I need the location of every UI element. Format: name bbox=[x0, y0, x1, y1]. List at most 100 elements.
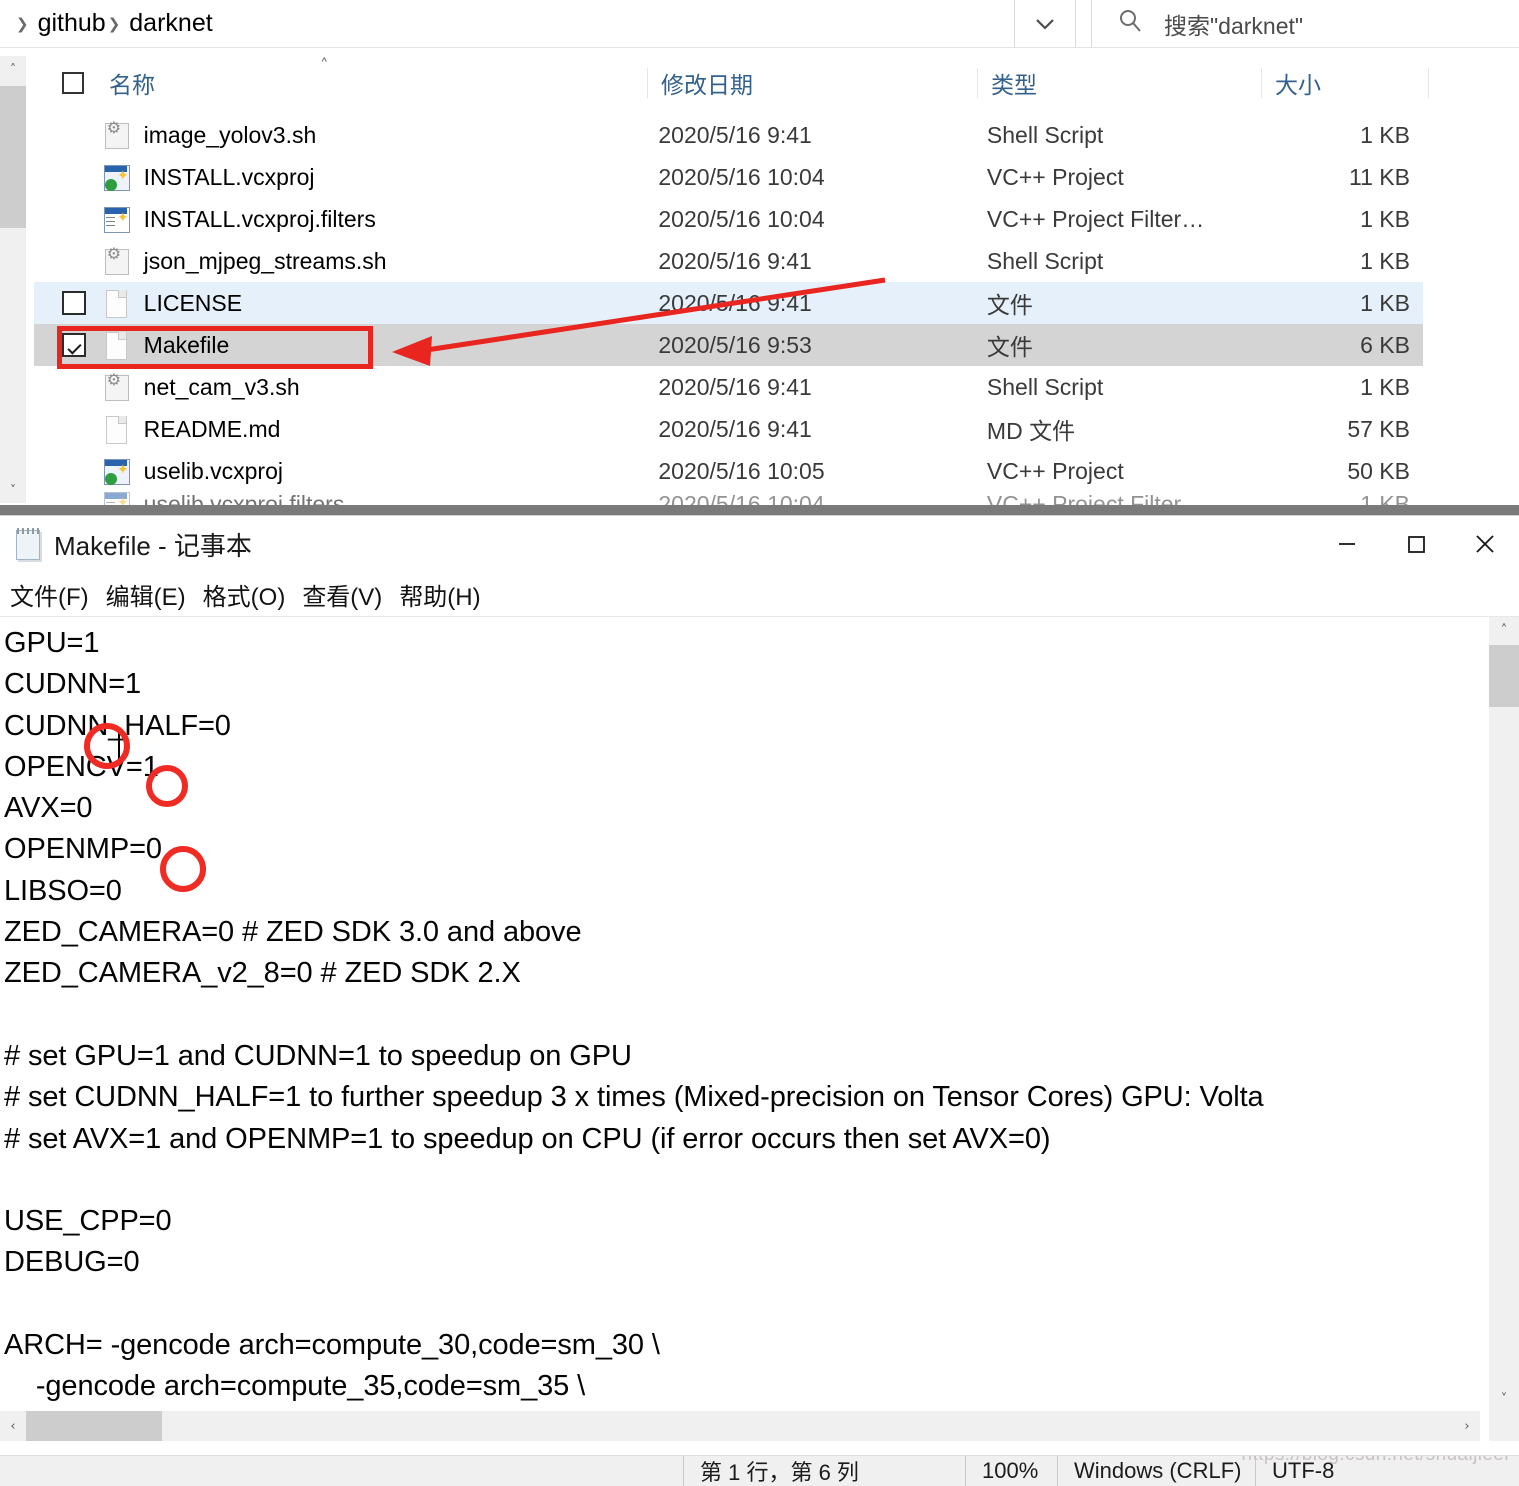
file-size: 57 KB bbox=[1347, 415, 1410, 442]
minimize-button[interactable] bbox=[1312, 516, 1381, 572]
notepad-editor[interactable]: GPU=1 CUDNN=1 CUDNN_HALF=0 OPENCV=1 AVX=… bbox=[0, 616, 1519, 1441]
breadcrumb-item-github[interactable]: github bbox=[38, 9, 106, 38]
column-header-type[interactable]: 类型 bbox=[978, 62, 1262, 104]
checkbox-icon bbox=[62, 291, 86, 315]
explorer-vertical-scrollbar[interactable]: ˄ ˅ bbox=[0, 56, 26, 503]
notepad-vertical-scrollbar[interactable]: ˄ ˅ bbox=[1489, 617, 1519, 1412]
file-size: 1 KB bbox=[1360, 373, 1410, 400]
chevron-right-icon: ❯ bbox=[16, 14, 29, 33]
file-date: 2020/5/16 9:41 bbox=[658, 121, 812, 148]
status-zoom-level: 100% bbox=[966, 1456, 1058, 1486]
row-checkbox[interactable] bbox=[34, 291, 96, 315]
column-header-size[interactable]: 大小 bbox=[1262, 62, 1429, 104]
file-name[interactable]: INSTALL.vcxproj.filters bbox=[136, 206, 646, 233]
scroll-down-arrow-icon[interactable]: ˅ bbox=[1489, 1386, 1519, 1412]
shell-script-icon bbox=[102, 244, 130, 276]
address-dropdown-button[interactable] bbox=[1015, 0, 1075, 47]
plain-file-icon bbox=[102, 288, 130, 318]
file-type: VC++ Project bbox=[986, 457, 1124, 484]
vcxproj-icon: ✦ bbox=[102, 162, 130, 192]
window-title: Makefile - 记事本 bbox=[54, 530, 252, 561]
text-caret bbox=[118, 728, 120, 762]
notepad-icon bbox=[14, 527, 44, 561]
file-type-icon: ✦ bbox=[96, 204, 136, 234]
scrollbar-thumb[interactable] bbox=[0, 86, 26, 228]
file-type-icon bbox=[96, 288, 136, 318]
menu-item-edit[interactable]: 编辑(E) bbox=[106, 577, 186, 612]
table-row[interactable]: Makefile 2020/5/16 9:53 文件 6 KB bbox=[34, 324, 1423, 366]
file-name[interactable]: INSTALL.vcxproj bbox=[136, 164, 646, 191]
table-row[interactable]: image_yolov3.sh 2020/5/16 9:41 Shell Scrip… bbox=[34, 114, 1423, 156]
notepad-title-bar[interactable]: Makefile - 记事本 bbox=[0, 516, 1519, 572]
file-type-icon bbox=[96, 370, 136, 402]
vcxproj-icon: ✦ bbox=[102, 456, 130, 486]
divider bbox=[0, 47, 1519, 48]
vcxproj-filters-icon: ✦ bbox=[102, 204, 130, 234]
table-row[interactable]: ✦ uselib.vcxproj 2020/5/16 10:05 VC++ Proje… bbox=[34, 450, 1423, 492]
search-input[interactable]: 搜索"darknet" bbox=[1091, 0, 1519, 47]
file-name[interactable]: image_yolov3.sh bbox=[136, 122, 646, 149]
scroll-up-arrow-icon[interactable]: ˄ bbox=[0, 56, 26, 82]
close-button[interactable] bbox=[1450, 516, 1519, 572]
window-edge bbox=[0, 505, 1519, 515]
column-header-label: 大小 bbox=[1275, 72, 1321, 98]
table-row[interactable]: net_cam_v3.sh 2020/5/16 9:41 Shell Script 1… bbox=[34, 366, 1423, 408]
file-name[interactable]: Makefile bbox=[136, 332, 646, 359]
scrollbar-corner bbox=[1489, 1411, 1519, 1441]
column-divider[interactable] bbox=[1428, 68, 1429, 98]
table-row[interactable]: ✦ INSTALL.vcxproj.filters 2020/5/16 10:04 V… bbox=[34, 198, 1423, 240]
watermark: https://blog.csdn.net/shuaijieer bbox=[1242, 1456, 1511, 1466]
scrollbar-thumb[interactable] bbox=[1489, 645, 1519, 707]
file-size: 1 KB bbox=[1360, 289, 1410, 316]
file-name[interactable]: README.md bbox=[136, 416, 646, 443]
file-name[interactable]: net_cam_v3.sh bbox=[136, 374, 646, 401]
menu-item-file[interactable]: 文件(F) bbox=[10, 577, 89, 612]
table-row[interactable]: ✦ INSTALL.vcxproj 2020/5/16 10:04 VC++ Proj… bbox=[34, 156, 1423, 198]
menu-item-format[interactable]: 格式(O) bbox=[203, 577, 286, 612]
notepad-status-bar: 第 1 行，第 6 列 100% Windows (CRLF) UTF-8 ht… bbox=[0, 1455, 1519, 1486]
file-size: 11 KB bbox=[1349, 163, 1410, 190]
file-date: 2020/5/16 10:04 bbox=[658, 163, 825, 190]
file-type-icon: ✦ bbox=[96, 456, 136, 486]
file-date: 2020/5/16 9:41 bbox=[658, 289, 812, 316]
file-name[interactable]: uselib.vcxproj bbox=[136, 458, 646, 485]
scroll-down-arrow-icon[interactable]: ˅ bbox=[0, 477, 26, 503]
file-name[interactable]: LICENSE bbox=[136, 290, 646, 317]
shell-script-icon bbox=[102, 118, 130, 150]
menu-item-help[interactable]: 帮助(H) bbox=[399, 577, 480, 612]
scroll-right-arrow-icon[interactable]: › bbox=[1454, 1411, 1480, 1441]
select-all-checkbox[interactable] bbox=[34, 62, 96, 104]
window-controls bbox=[1312, 516, 1519, 572]
table-row[interactable]: README.md 2020/5/16 9:41 MD 文件 57 KB bbox=[34, 408, 1423, 450]
file-date: 2020/5/16 9:41 bbox=[658, 247, 812, 274]
column-header-name[interactable]: 名称 bbox=[96, 62, 648, 104]
file-size: 1 KB bbox=[1360, 205, 1410, 232]
column-header-label: 类型 bbox=[991, 72, 1037, 98]
checkbox-icon bbox=[62, 72, 84, 94]
breadcrumb-item-darknet[interactable]: darknet bbox=[129, 9, 212, 38]
file-date: 2020/5/16 9:41 bbox=[658, 415, 812, 442]
row-checkbox[interactable] bbox=[34, 333, 96, 357]
file-type: Shell Script bbox=[986, 247, 1104, 274]
scroll-left-arrow-icon[interactable]: ‹ bbox=[0, 1411, 26, 1441]
file-type-icon: ✦ bbox=[96, 162, 136, 192]
scrollbar-thumb[interactable] bbox=[26, 1411, 162, 1441]
maximize-button[interactable] bbox=[1381, 516, 1450, 572]
notepad-horizontal-scrollbar[interactable]: ‹ › bbox=[0, 1411, 1480, 1441]
breadcrumb[interactable]: ❯ github ❯ darknet bbox=[0, 0, 1014, 47]
file-explorer-window: ❯ github ❯ darknet 搜索"darknet" ˄ ˅ 名称 修改… bbox=[0, 0, 1519, 516]
menu-item-view[interactable]: 查看(V) bbox=[302, 577, 382, 612]
table-row[interactable]: json_mjpeg_streams.sh 2020/5/16 9:41 Shell… bbox=[34, 240, 1423, 282]
checkbox-icon bbox=[62, 333, 86, 357]
file-name[interactable]: json_mjpeg_streams.sh bbox=[136, 248, 646, 275]
table-row[interactable]: LICENSE 2020/5/16 9:41 文件 1 KB bbox=[34, 282, 1423, 324]
file-type-icon bbox=[96, 118, 136, 150]
search-icon bbox=[1117, 8, 1143, 39]
file-list[interactable]: image_yolov3.sh 2020/5/16 9:41 Shell Scrip… bbox=[34, 114, 1519, 516]
file-size: 1 KB bbox=[1360, 247, 1410, 274]
scroll-up-arrow-icon[interactable]: ˄ bbox=[1489, 617, 1519, 643]
column-header-date[interactable]: 修改日期 bbox=[648, 62, 978, 104]
notepad-menu-bar[interactable]: 文件(F) 编辑(E) 格式(O) 查看(V) 帮助(H) bbox=[0, 572, 1519, 616]
text-area[interactable]: GPU=1 CUDNN=1 CUDNN_HALF=0 OPENCV=1 AVX=… bbox=[0, 617, 1480, 1412]
file-size: 6 KB bbox=[1360, 331, 1410, 358]
